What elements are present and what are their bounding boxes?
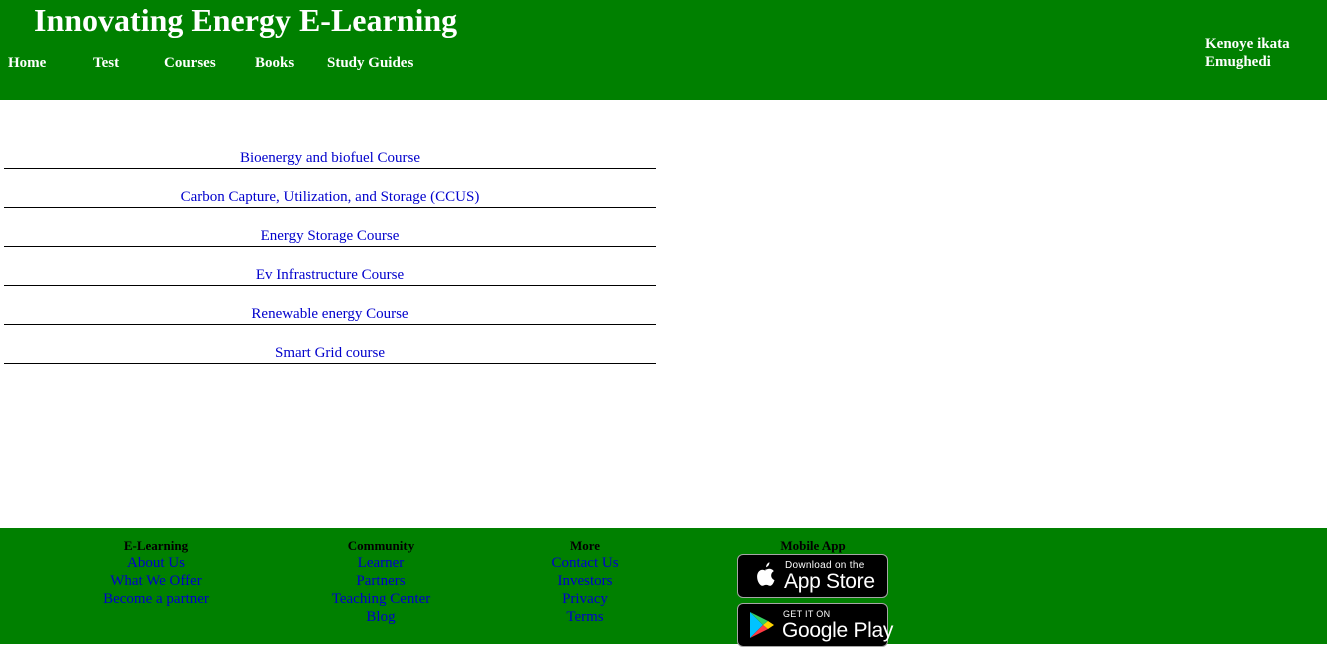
footer-link-investors[interactable]: Investors [485, 572, 685, 590]
nav-books[interactable]: Books [255, 55, 294, 72]
google-play-small-text: GET IT ON [783, 609, 831, 619]
footer-col-elearning: E-Learning About Us What We Offer Become… [56, 537, 256, 608]
google-play-badge[interactable]: GET IT ON Google Play [737, 603, 893, 647]
app-store-badge[interactable]: Download on the App Store [737, 554, 888, 598]
course-link-ev-infrastructure[interactable]: Ev Infrastructure Course [4, 266, 656, 285]
footer-link-privacy[interactable]: Privacy [485, 590, 685, 608]
footer-link-become-partner[interactable]: Become a partner [56, 590, 256, 608]
course-link-smart-grid[interactable]: Smart Grid course [4, 344, 656, 363]
google-play-big-text: Google Play [782, 619, 894, 642]
nav-courses[interactable]: Courses [164, 55, 216, 72]
footer-link-blog[interactable]: Blog [281, 608, 481, 626]
footer-link-learner[interactable]: Learner [281, 554, 481, 572]
footer-link-terms[interactable]: Terms [485, 608, 685, 626]
footer-col-community: Community Learner Partners Teaching Cent… [281, 537, 481, 626]
footer-heading-mobile-app: Mobile App [780, 538, 846, 553]
footer-link-about-us[interactable]: About Us [56, 554, 256, 572]
footer-col-more: More Contact Us Investors Privacy Terms [485, 537, 685, 626]
footer-heading-more: More [569, 538, 601, 553]
footer-heading-community: Community [347, 538, 415, 553]
course-link-ccus[interactable]: Carbon Capture, Utilization, and Storage… [4, 188, 656, 207]
apple-icon [757, 562, 775, 586]
course-list-item: Smart Grid course [4, 325, 656, 364]
google-play-icon [750, 612, 774, 638]
course-list-item: Carbon Capture, Utilization, and Storage… [4, 169, 656, 208]
nav-home[interactable]: Home [8, 55, 46, 72]
course-list-item: Energy Storage Course [4, 208, 656, 247]
course-link-energy-storage[interactable]: Energy Storage Course [4, 227, 656, 246]
site-header: Innovating Energy E-Learning Home Test C… [0, 0, 1327, 100]
footer-link-partners[interactable]: Partners [281, 572, 481, 590]
footer-link-contact-us[interactable]: Contact Us [485, 554, 685, 572]
nav-test[interactable]: Test [93, 55, 119, 72]
site-footer: E-Learning About Us What We Offer Become… [0, 528, 1327, 647]
footer-link-what-we-offer[interactable]: What We Offer [56, 572, 256, 590]
course-list-item: Bioenergy and biofuel Course [4, 130, 656, 169]
course-link-renewable-energy[interactable]: Renewable energy Course [4, 305, 656, 324]
footer-col-mobile-app: Mobile App [713, 537, 913, 554]
footer-link-teaching-center[interactable]: Teaching Center [281, 590, 481, 608]
site-title: Innovating Energy E-Learning [34, 2, 458, 38]
user-name[interactable]: Kenoye ikata Emughedi [1205, 35, 1315, 71]
course-list: Bioenergy and biofuel Course Carbon Capt… [4, 130, 656, 364]
course-list-item: Renewable energy Course [4, 286, 656, 325]
course-list-item: Ev Infrastructure Course [4, 247, 656, 286]
app-store-big-text: App Store [784, 570, 875, 593]
nav-study-guides[interactable]: Study Guides [327, 55, 413, 72]
course-link-bioenergy[interactable]: Bioenergy and biofuel Course [4, 149, 656, 168]
footer-heading-elearning: E-Learning [123, 538, 189, 553]
